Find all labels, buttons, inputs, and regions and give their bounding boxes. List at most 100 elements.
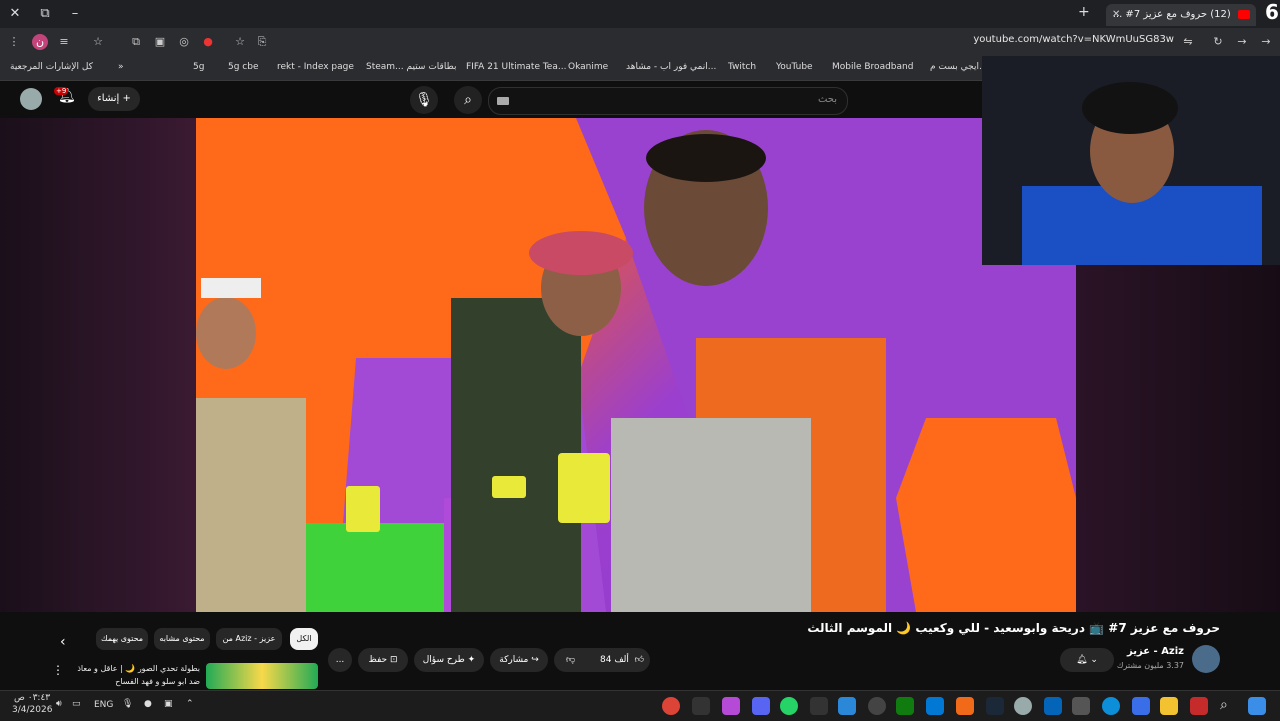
- adblock-icon[interactable]: ●: [200, 34, 216, 50]
- screenshot-icon[interactable]: ⎘: [254, 34, 270, 50]
- close-window-icon[interactable]: ✕: [4, 4, 26, 24]
- profile-icon[interactable]: ن: [32, 34, 48, 50]
- share-label: مشاركة: [499, 655, 529, 665]
- back-icon[interactable]: →: [1258, 34, 1274, 50]
- chrome-icon[interactable]: [662, 697, 680, 715]
- tray-app-icon[interactable]: ●: [144, 699, 152, 709]
- app-icon-3[interactable]: [868, 697, 886, 715]
- like-icon[interactable]: 👍︎: [635, 648, 644, 672]
- mic-icon[interactable]: 🎙︎: [122, 699, 133, 709]
- bookmarks-overflow-icon[interactable]: »: [118, 62, 124, 72]
- new-tab-button[interactable]: +: [1078, 4, 1094, 20]
- language-indicator[interactable]: ENG: [94, 700, 113, 710]
- tab-youtube[interactable]: (12) حروف مع عزيز 7# ... ✕: [1106, 4, 1256, 26]
- chip-for-you[interactable]: محتوى يهمك: [96, 628, 148, 650]
- forward-icon[interactable]: →: [1234, 34, 1250, 50]
- dislike-icon[interactable]: 👎︎: [566, 648, 575, 672]
- ask-button[interactable]: طرح سؤال ✦: [414, 648, 484, 672]
- clock-time[interactable]: ٠٣:٤٣ ص: [14, 693, 50, 703]
- close-tab-icon[interactable]: ✕: [1112, 4, 1120, 26]
- xbox-icon[interactable]: [896, 697, 914, 715]
- channel-name[interactable]: Aziz - عزيز: [1127, 646, 1184, 657]
- start-icon[interactable]: [1248, 697, 1266, 715]
- extensions-icon[interactable]: ⧉: [128, 34, 144, 50]
- search-icon[interactable]: ⌕: [1220, 697, 1228, 713]
- bookmark-steam[interactable]: Steam... بطاقات ستيم: [366, 62, 457, 72]
- chip-all[interactable]: الكل: [290, 628, 318, 650]
- photos-icon[interactable]: [838, 697, 856, 715]
- volume-icon[interactable]: 🔊︎: [56, 699, 62, 709]
- bookmark-5g-cbe[interactable]: 5g cbe: [228, 62, 259, 72]
- browser-tab-bar: ✕ ⧉ – + (12) حروف مع عزيز 7# ... ✕ 6: [0, 0, 1280, 28]
- extension-icon[interactable]: ▣: [152, 34, 168, 50]
- youtube-header: 🔔︎ +9 إنشاء + 🎙︎ ⌕ بحث: [0, 81, 982, 118]
- outlook-icon[interactable]: [1044, 697, 1062, 715]
- more-actions-button[interactable]: ...: [328, 648, 352, 672]
- windows-taskbar: ٠٣:٤٣ ص 3/4/2026 🔊︎ ▭ ENG 🎙︎ ● ▣ ⌃ ⌕: [0, 690, 1280, 721]
- menu-icon[interactable]: ⋮: [6, 34, 22, 50]
- bookmark-egybest[interactable]: ايجي بست م...: [930, 62, 988, 72]
- search-button[interactable]: ⌕: [454, 86, 482, 114]
- bookmark-rekt[interactable]: rekt - Index page: [277, 62, 354, 72]
- tray-app-icon-2[interactable]: ▣: [164, 699, 173, 709]
- bookmark-twitch[interactable]: Twitch: [728, 62, 756, 72]
- up-next-thumbnail[interactable]: [206, 663, 318, 689]
- app-icon-5[interactable]: [1014, 697, 1032, 715]
- search-input[interactable]: بحث: [488, 87, 848, 115]
- ambient-right: [1076, 265, 1280, 612]
- chip-from-channel[interactable]: من Aziz - عزيز: [216, 628, 282, 650]
- favorites-icon[interactable]: ☆: [90, 34, 106, 50]
- video-player[interactable]: [196, 118, 1076, 612]
- clock-date[interactable]: 3/4/2026: [12, 705, 52, 715]
- reload-icon[interactable]: ↻: [1210, 34, 1226, 50]
- account-avatar[interactable]: [20, 88, 42, 110]
- bookmark-youtube[interactable]: YouTube: [776, 62, 813, 72]
- app-icon-6[interactable]: [1190, 697, 1208, 715]
- bookmark-fifa[interactable]: FIFA 21 Ultimate Tea...: [466, 62, 566, 72]
- copilot-icon[interactable]: [1132, 697, 1150, 715]
- save-button[interactable]: حفظ ⊡: [358, 648, 408, 672]
- voice-search-icon[interactable]: 🎙︎: [410, 86, 438, 114]
- youtube-icon: [1238, 9, 1250, 19]
- minimize-window-icon[interactable]: –: [64, 4, 86, 24]
- bookmark-okanime[interactable]: Okanime: [568, 62, 608, 72]
- streamer-image: [982, 56, 1280, 265]
- up-next-menu-icon[interactable]: ⋮: [52, 663, 64, 677]
- whatsapp-icon[interactable]: [780, 697, 798, 715]
- bookmark-5g[interactable]: 5g: [193, 62, 204, 72]
- extension-icon-2[interactable]: ◎: [176, 34, 192, 50]
- chips-prev-icon[interactable]: ‹: [60, 634, 66, 650]
- tray-chevron-icon[interactable]: ⌃: [186, 699, 194, 709]
- teams-icon[interactable]: [926, 697, 944, 715]
- keyboard-icon[interactable]: [497, 97, 509, 105]
- app-icon-2[interactable]: [810, 697, 828, 715]
- ask-label: طرح سؤال: [422, 655, 465, 665]
- bookmark-anime4up[interactable]: انمي فور اب - مشاهد...: [626, 62, 716, 72]
- network-icon[interactable]: ▭: [72, 699, 81, 709]
- chip-similar[interactable]: محتوى مشابه: [154, 628, 210, 650]
- capcut-icon[interactable]: [692, 697, 710, 715]
- store-icon[interactable]: [1072, 697, 1090, 715]
- up-next-title[interactable]: بطولة تحدي الصور 🌙 | عاقل و معاذ ضد ابو …: [70, 662, 200, 688]
- share-button[interactable]: مشاركة ↪: [490, 648, 548, 672]
- subscribed-button[interactable]: 🔔︎ ⌄: [1060, 648, 1114, 672]
- app-icon[interactable]: [722, 697, 740, 715]
- likes-count[interactable]: 84 ألف: [600, 648, 629, 672]
- restore-window-icon[interactable]: ⧉: [34, 4, 56, 24]
- discord-icon[interactable]: [752, 697, 770, 715]
- site-settings-icon[interactable]: ⇋: [1180, 34, 1196, 50]
- reading-list-icon[interactable]: ≡: [56, 34, 72, 50]
- edge-icon[interactable]: [1102, 697, 1120, 715]
- bookmark-mobile-broadband[interactable]: Mobile Broadband: [832, 62, 913, 72]
- create-button[interactable]: إنشاء +: [88, 87, 140, 111]
- share-icon: ↪: [531, 655, 539, 665]
- channel-avatar[interactable]: [1192, 645, 1220, 673]
- app-icon-4[interactable]: [956, 697, 974, 715]
- bookmark-star-icon[interactable]: ☆: [232, 34, 248, 50]
- file-explorer-icon[interactable]: [1160, 697, 1178, 715]
- corner-number: 6: [1265, 0, 1279, 24]
- url-field[interactable]: youtube.com/watch?v=NKWmUuSG83w: [973, 34, 1174, 45]
- steam-icon[interactable]: [986, 697, 1004, 715]
- ambient-left: [0, 118, 196, 612]
- bookmark-all[interactable]: كل الإشارات المرجعية: [10, 62, 93, 72]
